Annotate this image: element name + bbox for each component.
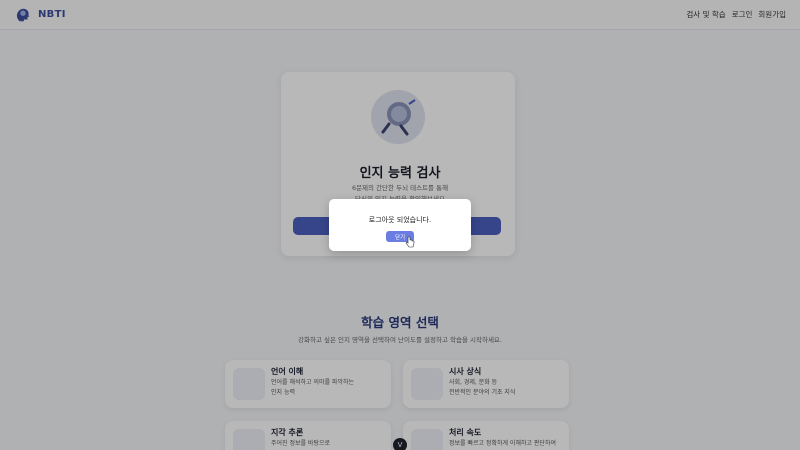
logout-modal: 로그아웃 되었습니다. 닫기 [329,199,471,251]
hand-cursor-icon [405,236,415,248]
modal-message: 로그아웃 되었습니다. [368,216,432,224]
